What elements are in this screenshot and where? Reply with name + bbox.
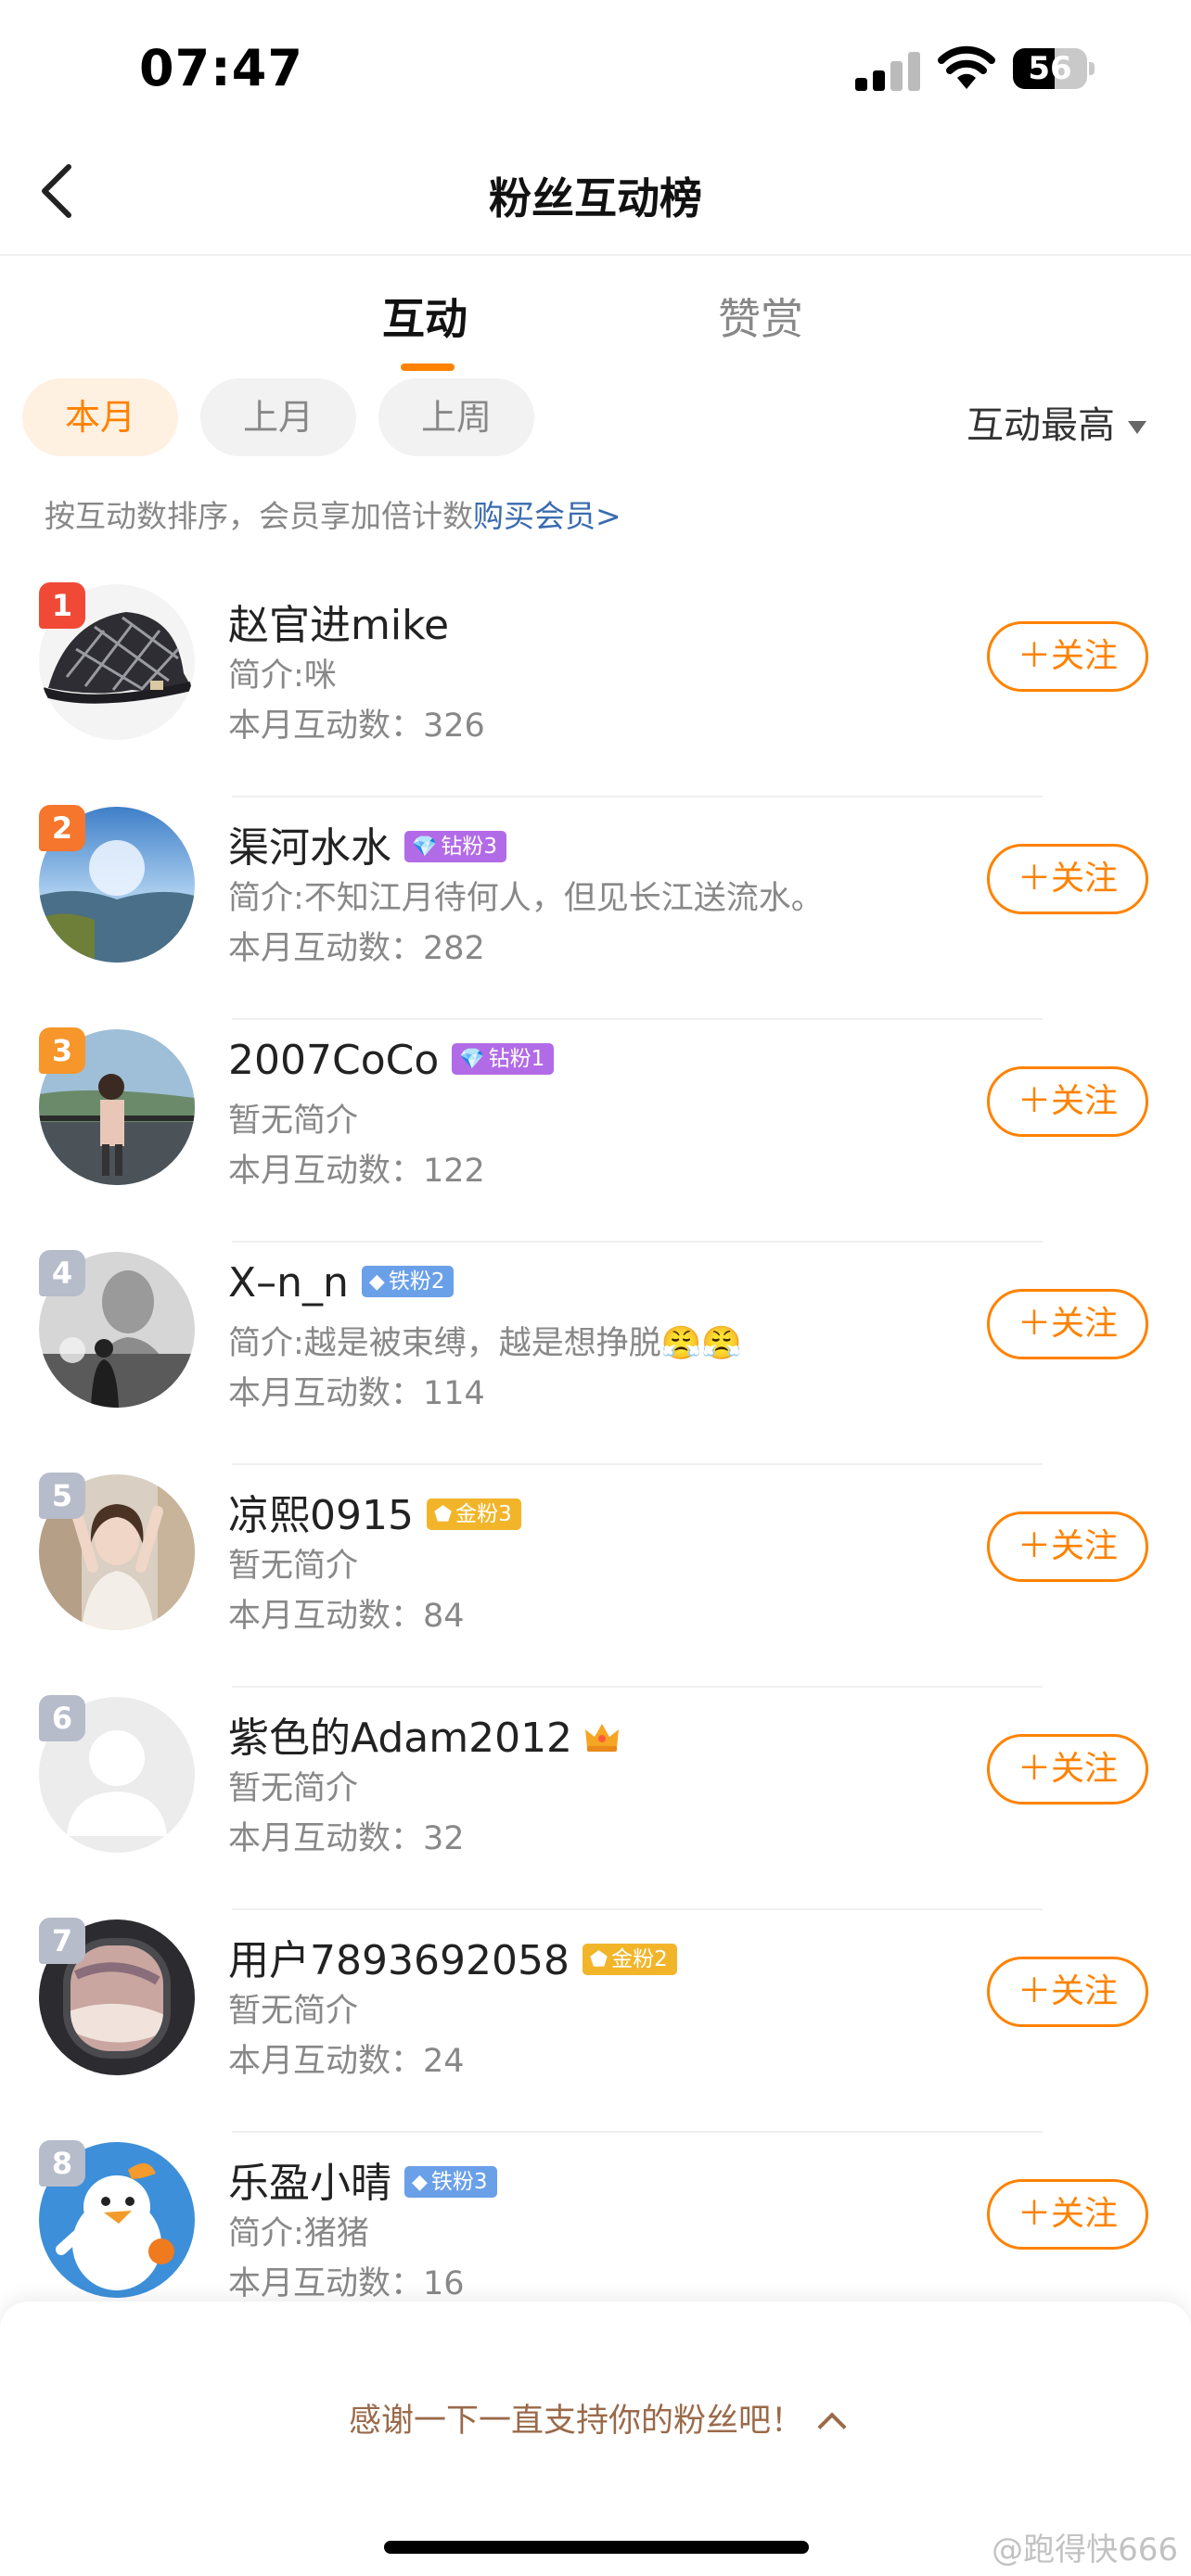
fan-intro: 暂无简介 <box>228 1770 359 1807</box>
tab-bar: 互动 赞赏 <box>0 256 1191 376</box>
rank-badge: 6 <box>39 1695 85 1741</box>
badge-label: 铁粉3 <box>430 2170 488 2194</box>
fan-row[interactable]: 7 用户7893692058 ⬟ 金粉2 暂无简介 本月互动数：24 ＋关注 <box>0 1910 1191 2133</box>
fan-level-badge: ⬟ 金粉3 <box>426 1498 521 1530</box>
chevron-up-icon <box>817 2412 847 2442</box>
rank-badge: 4 <box>39 1250 85 1296</box>
fan-name[interactable]: 赵官进mike <box>228 602 449 649</box>
wifi-icon <box>938 45 995 89</box>
fan-name[interactable]: 渠河水水 <box>228 824 391 872</box>
fan-interaction-count: 本月互动数：16 <box>228 2265 465 2302</box>
fan-level-badge: 💎 钻粉1 <box>452 1043 555 1075</box>
diamond-icon: 💎 <box>459 1048 485 1071</box>
status-bar: 07:47 56 <box>0 0 1191 130</box>
fan-name[interactable]: 用户7893692058 <box>228 1937 570 1984</box>
fan-intro: 暂无简介 <box>228 1548 359 1585</box>
tab-active-indicator <box>401 363 455 371</box>
fan-level-badge: ◆ 铁粉2 <box>361 1266 455 1297</box>
hint-text: 按互动数排序，会员享加倍计数 <box>45 498 473 534</box>
badge-label: 钻粉1 <box>488 1047 545 1071</box>
follow-button[interactable]: ＋关注 <box>987 2179 1148 2250</box>
badge-label: 金粉2 <box>611 1947 668 1971</box>
fan-interaction-count: 本月互动数：122 <box>228 1153 485 1190</box>
tab-interaction[interactable]: 互动 <box>382 286 467 347</box>
diamond-icon: 💎 <box>412 835 438 859</box>
badge-label: 金粉3 <box>455 1502 512 1526</box>
rank-badge: 7 <box>39 1918 85 1964</box>
dropdown-arrow-icon <box>1128 421 1146 434</box>
page-title: 粉丝互动榜 <box>489 173 702 223</box>
fan-row[interactable]: 4 X–n_n ◆ 铁粉2 简介:越是被束缚，越是想挣脱😤😤 本月互动数：114 ＋… <box>0 1243 1191 1465</box>
fan-interaction-count: 本月互动数：84 <box>228 1598 465 1635</box>
follow-button[interactable]: ＋关注 <box>987 1289 1148 1359</box>
fan-interaction-count: 本月互动数：114 <box>228 1375 485 1412</box>
status-time: 07:47 <box>139 39 303 97</box>
iron-diamond-icon: ◆ <box>412 2171 428 2194</box>
fan-interaction-count: 本月互动数：326 <box>228 708 485 745</box>
rank-badge: 2 <box>39 805 85 851</box>
cellular-signal-icon <box>855 48 922 91</box>
home-indicator[interactable] <box>384 2541 809 2554</box>
bottom-thanks-sheet: 感谢一下一直支持你的粉丝吧！ @跑得快666 <box>0 2302 1191 2576</box>
thanks-fans-button[interactable]: 感谢一下一直支持你的粉丝吧！ <box>0 2394 1191 2442</box>
crown-icon <box>585 1724 620 1752</box>
rank-badge: 8 <box>39 2140 85 2187</box>
follow-button[interactable]: ＋关注 <box>987 1734 1148 1804</box>
fan-row[interactable]: 3 2007CoCo 💎 钻粉1 暂无简介 本月互动数：122 ＋关注 <box>0 1020 1191 1243</box>
fan-name[interactable]: 乐盈小晴 <box>228 2160 391 2207</box>
fan-name[interactable]: 2007CoCo <box>228 1037 439 1084</box>
sort-dropdown[interactable]: 互动最高 <box>967 395 1146 449</box>
fan-intro: 简介:咪 <box>228 657 337 695</box>
thanks-text: 感谢一下一直支持你的粉丝吧！ <box>348 2403 803 2440</box>
gold-gem-icon: ⬟ <box>589 1948 608 1971</box>
fan-row[interactable]: 6 紫色的Adam2012 暂无简介 本月互动数：32 ＋关注 <box>0 1688 1191 1910</box>
fan-intro: 暂无简介 <box>228 1993 359 2030</box>
watermark: @跑得快666 <box>992 2531 1178 2569</box>
tab-appreciation[interactable]: 赞赏 <box>718 286 803 347</box>
buy-membership-link[interactable]: 购买会员> <box>473 498 621 534</box>
fan-name[interactable]: 凉熙0915 <box>228 1492 414 1539</box>
battery-level: 56 <box>1028 50 1072 87</box>
gold-gem-icon: ⬟ <box>433 1503 453 1526</box>
fan-level-badge: ⬟ 金粉2 <box>582 1944 677 1975</box>
follow-button[interactable]: ＋关注 <box>987 1511 1148 1582</box>
fan-intro: 暂无简介 <box>228 1103 359 1140</box>
nav-bar: 粉丝互动榜 <box>0 130 1191 256</box>
filter-this-month[interactable]: 本月 <box>22 378 178 456</box>
fan-interaction-count: 本月互动数：282 <box>228 930 485 967</box>
fan-row[interactable]: 2 渠河水水 💎 钻粉3 简介:不知江月待何人，但见长江送流水。 本月互动数：282… <box>0 797 1191 1020</box>
follow-button[interactable]: ＋关注 <box>987 621 1148 692</box>
follow-button[interactable]: ＋关注 <box>987 1957 1148 2027</box>
iron-diamond-icon: ◆ <box>368 1270 385 1294</box>
follow-button[interactable]: ＋关注 <box>987 844 1148 914</box>
follow-button[interactable]: ＋关注 <box>987 1066 1148 1137</box>
fan-intro: 简介:不知江月待何人，但见长江送流水。 <box>228 880 824 917</box>
badge-label: 铁粉2 <box>388 1269 445 1294</box>
fan-level-badge: ◆ 铁粉3 <box>404 2166 497 2198</box>
rank-badge: 5 <box>39 1473 85 1519</box>
fan-interaction-count: 本月互动数：24 <box>228 2043 465 2080</box>
battery-icon: 56 <box>1013 48 1095 89</box>
fan-intro: 简介:猪猪 <box>228 2215 369 2252</box>
filter-row: 本月 上月 上周 互动最高 <box>0 378 1191 462</box>
sort-label: 互动最高 <box>967 404 1115 447</box>
fan-name[interactable]: 紫色的Adam2012 <box>228 1715 572 1762</box>
filter-last-week[interactable]: 上周 <box>378 378 534 456</box>
fan-level-badge: 💎 钻粉3 <box>404 831 507 862</box>
fan-interaction-count: 本月互动数：32 <box>228 1820 465 1857</box>
fan-intro: 简介:越是被束缚，越是想挣脱😤😤 <box>228 1325 742 1362</box>
ranking-hint: 按互动数排序，会员享加倍计数购买会员> <box>45 491 621 536</box>
badge-label: 钻粉3 <box>441 835 498 859</box>
fan-row[interactable]: 1 赵官进mike 简介:咪 本月互动数：326 ＋关注 <box>0 575 1191 797</box>
rank-badge: 3 <box>39 1027 85 1074</box>
rank-badge: 1 <box>39 582 85 629</box>
fan-row[interactable]: 5 凉熙0915 ⬟ 金粉3 暂无简介 本月互动数：84 ＋关注 <box>0 1465 1191 1688</box>
fan-name[interactable]: X–n_n <box>228 1259 349 1307</box>
filter-last-month[interactable]: 上月 <box>200 378 356 456</box>
